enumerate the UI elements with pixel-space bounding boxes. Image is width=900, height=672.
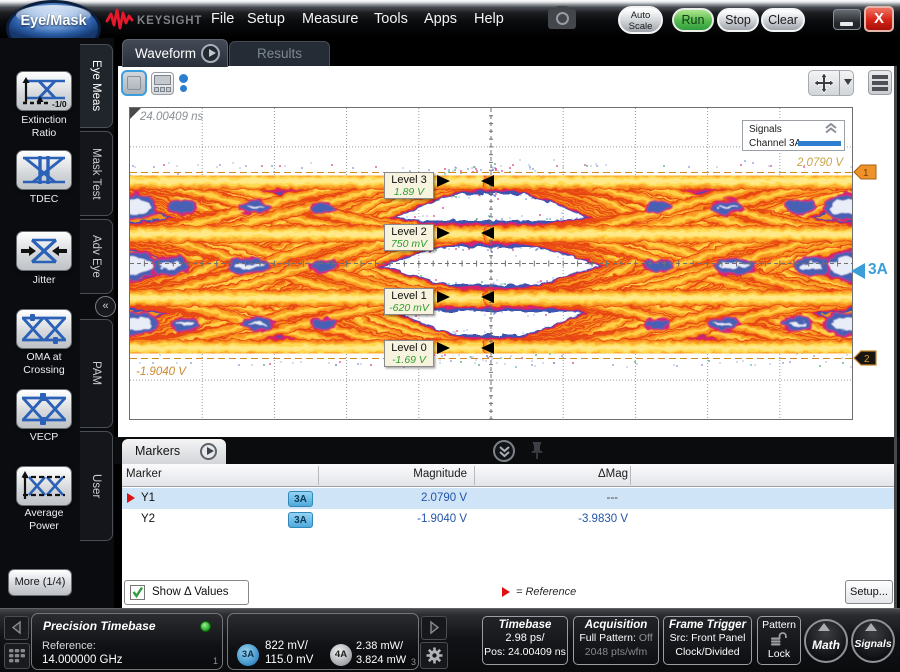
svg-text:1: 1 — [863, 168, 869, 179]
svg-text:-1/0: -1/0 — [52, 99, 67, 108]
svg-text:KEYSIGHT: KEYSIGHT — [137, 15, 202, 27]
svg-text:2: 2 — [864, 354, 870, 365]
